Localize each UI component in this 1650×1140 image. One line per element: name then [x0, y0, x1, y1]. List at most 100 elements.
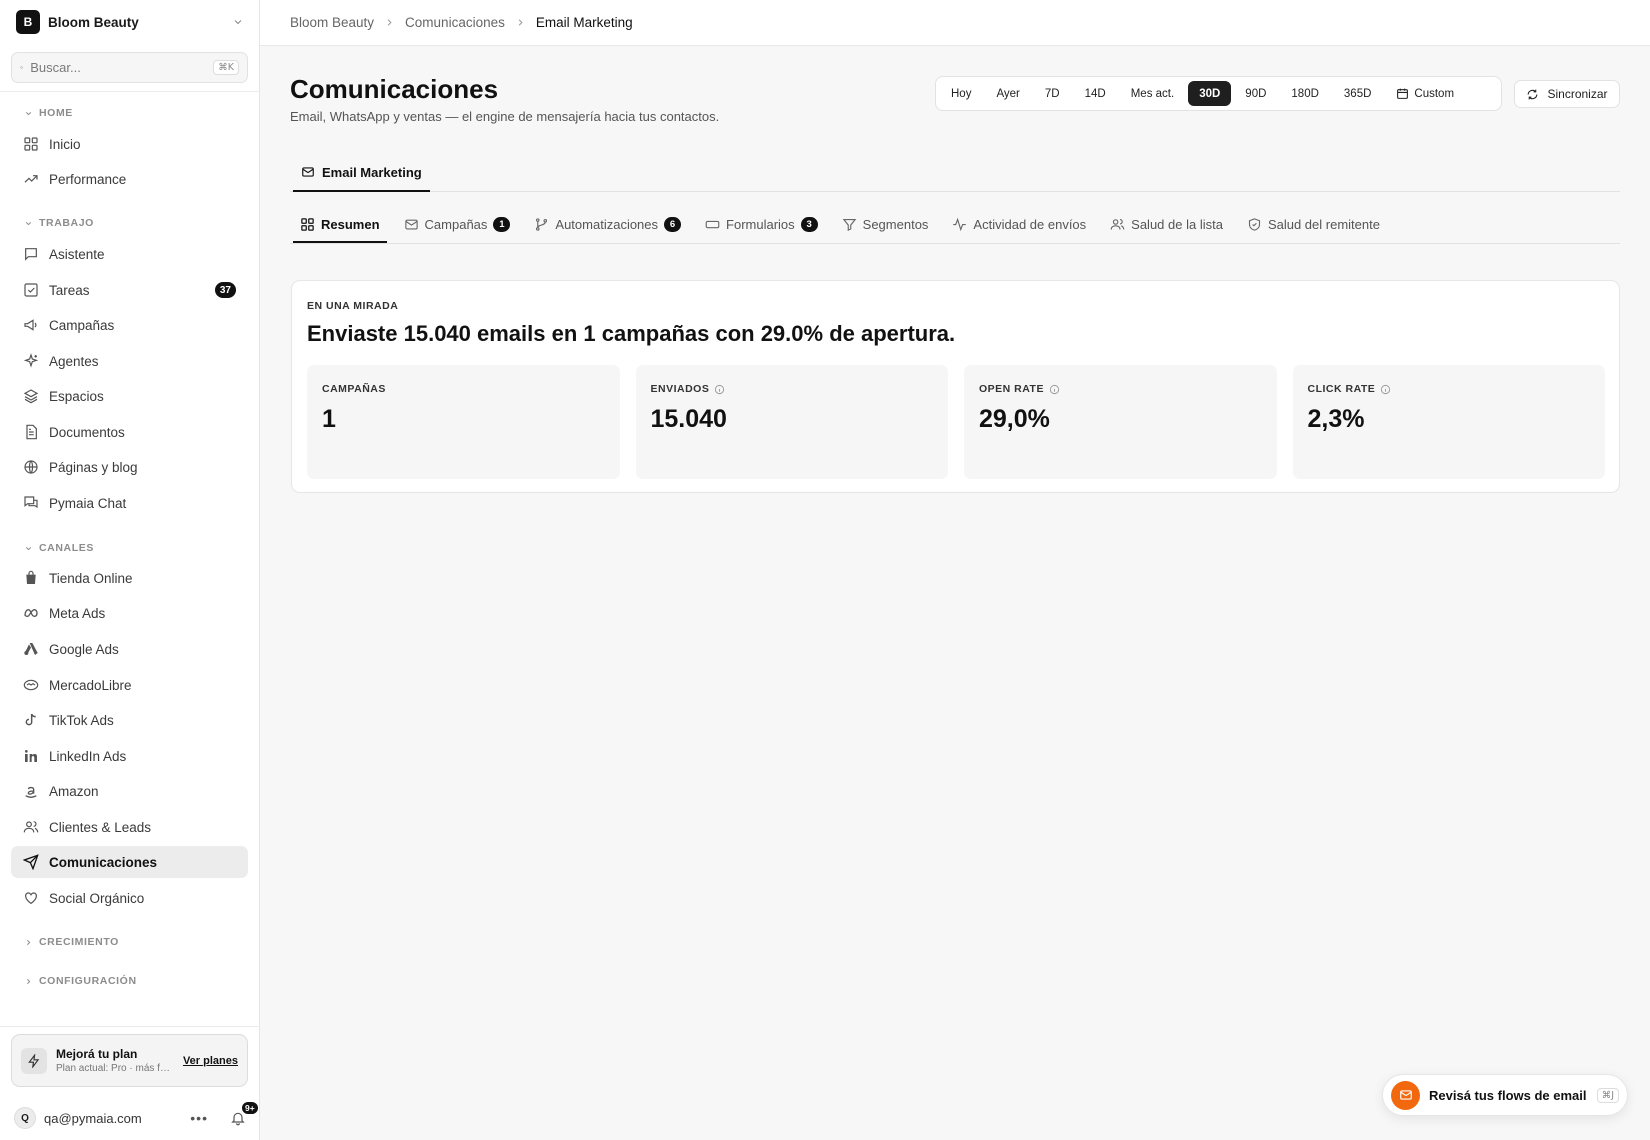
users-icon	[1110, 218, 1125, 230]
sidebar-item-label: Clientes & Leads	[49, 819, 152, 835]
sidebar-item-social-organico[interactable]: Social Orgánico	[11, 882, 248, 914]
tab-email-marketing[interactable]: Email Marketing	[293, 154, 430, 192]
section-home[interactable]: HOME	[24, 107, 73, 119]
tab-resumen[interactable]: Resumen	[293, 208, 387, 243]
section-crecimiento[interactable]: CRECIMIENTO	[24, 936, 119, 948]
tab-campanas-label: Campañas	[424, 217, 488, 232]
tab-segmentos[interactable]: Segmentos	[835, 208, 936, 243]
section-home-label: HOME	[39, 107, 73, 119]
sidebar-item-label: Social Orgánico	[49, 890, 145, 906]
info-icon[interactable]	[1380, 384, 1391, 395]
range-30d[interactable]: 30D	[1188, 81, 1232, 106]
tab-actividad-envios[interactable]: Actividad de envíos	[945, 208, 1093, 243]
search-box[interactable]: ⌘K	[11, 52, 248, 83]
calendar-icon	[1397, 88, 1409, 99]
sidebar-item-asistente[interactable]: Asistente	[11, 238, 248, 270]
sidebar-item-tareas[interactable]: Tareas 37	[11, 274, 248, 306]
info-icon[interactable]	[714, 384, 725, 395]
section-trabajo[interactable]: TRABAJO	[24, 217, 94, 229]
sidebar-item-label: LinkedIn Ads	[49, 748, 127, 764]
users-icon	[23, 821, 39, 833]
info-icon[interactable]	[1049, 384, 1060, 395]
tab-formularios[interactable]: Formularios 3	[698, 208, 825, 243]
breadcrumb: Bloom Beauty Comunicaciones Email Market…	[260, 0, 1650, 46]
tab-segmentos-label: Segmentos	[862, 217, 929, 232]
tab-salud-remitente[interactable]: Salud del remitente	[1240, 208, 1387, 243]
range-180d[interactable]: 180D	[1280, 81, 1330, 106]
workspace-logo: B	[16, 10, 40, 34]
ver-planes-link[interactable]: Ver planes	[183, 1055, 238, 1067]
notifications-button[interactable]: 9+	[230, 1101, 259, 1126]
email-flows-shortcut: ⌘J	[1596, 1087, 1619, 1103]
trending-up-icon	[24, 175, 38, 183]
sidebar-item-label: Asistente	[49, 246, 105, 262]
amazon-icon	[25, 786, 37, 798]
sidebar-item-campanas[interactable]: Campañas	[11, 309, 248, 341]
automatizaciones-count-badge: 6	[664, 217, 682, 232]
tab-salud-lista[interactable]: Salud de la lista	[1103, 208, 1230, 243]
sidebar-item-google-ads[interactable]: Google Ads	[11, 633, 248, 665]
range-14d[interactable]: 14D	[1074, 81, 1117, 106]
git-branch-icon	[536, 218, 548, 231]
range-90d[interactable]: 90D	[1234, 81, 1277, 106]
sidebar-item-tienda-online[interactable]: Tienda Online	[11, 562, 248, 594]
sidebar-item-documentos[interactable]: Documentos	[11, 416, 248, 448]
avatar[interactable]: Q	[14, 1107, 36, 1129]
sidebar-item-agentes[interactable]: Agentes	[11, 345, 248, 377]
sync-button[interactable]: Sincronizar	[1514, 80, 1620, 108]
kpi-label: OPEN RATE	[979, 383, 1060, 395]
sidebar-item-mercadolibre[interactable]: MercadoLibre	[11, 669, 248, 701]
meta-icon	[24, 608, 38, 618]
range-custom-label: Custom	[1414, 87, 1455, 100]
email-flows-prompt[interactable]: Revisá tus flows de email ⌘J	[1382, 1074, 1628, 1116]
kpi-value: 15.040	[650, 405, 727, 433]
search-input[interactable]	[30, 60, 207, 75]
chevron-right-icon	[518, 19, 523, 26]
linkedin-icon	[25, 750, 37, 762]
section-trabajo-label: TRABAJO	[39, 217, 94, 229]
sidebar-item-amazon[interactable]: Amazon	[11, 775, 248, 807]
user-row: Q qa@pymaia.com ••• 9+	[14, 1101, 259, 1133]
form-input-icon	[705, 220, 720, 229]
sidebar-item-pymaia-chat[interactable]: Pymaia Chat	[11, 487, 248, 519]
breadcrumb-workspace[interactable]: Bloom Beauty	[290, 15, 374, 30]
sidebar-item-performance[interactable]: Performance	[11, 163, 248, 195]
sidebar-item-espacios[interactable]: Espacios	[11, 380, 248, 412]
sidebar-item-label: Espacios	[49, 388, 104, 404]
breadcrumb-email-marketing: Email Marketing	[535, 15, 633, 30]
page-title: Comunicaciones	[290, 74, 499, 104]
more-options-icon[interactable]: •••	[190, 1110, 208, 1126]
range-mes-actual[interactable]: Mes act.	[1120, 81, 1185, 106]
section-canales[interactable]: CANALES	[24, 542, 94, 554]
chevron-right-icon	[27, 978, 31, 984]
sidebar-item-linkedin-ads[interactable]: LinkedIn Ads	[11, 740, 248, 772]
range-7d[interactable]: 7D	[1034, 81, 1071, 106]
breadcrumb-comunicaciones[interactable]: Comunicaciones	[405, 15, 505, 30]
sidebar-item-label: Inicio	[49, 136, 81, 152]
sidebar-item-tiktok-ads[interactable]: TikTok Ads	[11, 704, 248, 736]
range-365d[interactable]: 365D	[1333, 81, 1383, 106]
tasks-count-badge: 37	[214, 282, 236, 298]
kpi-card-campanas: CAMPAÑAS 1	[307, 365, 620, 479]
date-range-selector: Hoy Ayer 7D 14D Mes act. 30D 90D 180D 36…	[935, 76, 1502, 111]
sidebar-item-comunicaciones[interactable]: Comunicaciones	[11, 846, 248, 878]
range-ayer[interactable]: Ayer	[985, 81, 1030, 106]
tab-campanas[interactable]: Campañas 1	[397, 208, 518, 243]
range-hoy[interactable]: Hoy	[940, 81, 982, 106]
heart-icon	[25, 892, 37, 905]
kpi-label-text: ENVIADOS	[650, 383, 710, 395]
workspace-switcher[interactable]: B Bloom Beauty	[10, 8, 250, 36]
sidebar-item-inicio[interactable]: Inicio	[11, 128, 248, 160]
sidebar-item-paginas-blog[interactable]: Páginas y blog	[11, 451, 248, 483]
range-custom[interactable]: Custom	[1385, 81, 1465, 106]
grid-icon	[24, 137, 38, 151]
sidebar-item-clientes-leads[interactable]: Clientes & Leads	[11, 811, 248, 843]
tab-automatizaciones[interactable]: Automatizaciones 6	[527, 208, 688, 243]
tab-salud-remitente-label: Salud del remitente	[1267, 217, 1380, 232]
send-icon	[23, 854, 39, 870]
section-configuracion[interactable]: CONFIGURACIÓN	[24, 975, 137, 987]
sidebar-item-meta-ads[interactable]: Meta Ads	[11, 597, 248, 629]
layers-icon	[23, 389, 39, 404]
tab-automatizaciones-label: Automatizaciones	[555, 217, 659, 232]
mail-icon	[1391, 1080, 1420, 1110]
